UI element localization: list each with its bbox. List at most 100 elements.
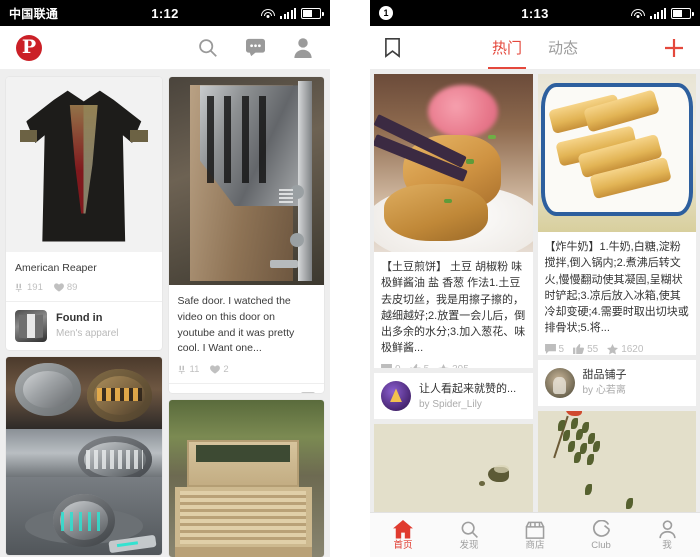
like-stat: 2 [210,364,229,375]
spider-lily-avatar [381,381,411,412]
feed2-column-right: 【炸牛奶】1.牛奶,白糖,淀粉搅拌,倒入锅内;2.煮沸后转文火,慢慢翻动使其凝固… [537,74,697,512]
post-description: 【土豆煎饼】 土豆 胡椒粉 味极鲜酱油 盐 香葱 作法1.土豆去皮切丝，我是用擦… [381,261,526,355]
led-watch-ring-display-image[interactable] [6,477,162,556]
tabbar-label-home: 首页 [393,540,413,552]
pin-description: Safe door. I watched the video on this d… [177,295,295,355]
status-icons [631,7,694,19]
post-card-potato-pancake[interactable]: 【土豆煎饼】 土豆 胡椒粉 味极鲜酱油 盐 香葱 作法1.土豆去皮切丝，我是用擦… [374,74,533,369]
pin-title: American Reaper [15,262,97,274]
favorite-count: 1620 [621,343,644,355]
picked-for-you-row[interactable]: Picked for you ✕ [169,384,325,393]
potato-pancake-image[interactable] [374,74,533,252]
tabbar-item-club[interactable]: Club [568,513,634,557]
feed-column-left: American Reaper 191 89 Found in Men's ap… [6,77,162,557]
like-count: 89 [66,282,78,294]
bookmark-icon[interactable] [384,37,401,58]
feed2-column-left: 【土豆煎饼】 土豆 胡椒粉 味极鲜酱油 盐 香葱 作法1.土豆去皮切丝，我是用擦… [374,74,533,512]
comment-stat: 5 [544,343,565,355]
security-door-image[interactable] [168,77,324,285]
comment-stat: 0 [381,364,401,369]
tabbar-label-store: 商店 [525,540,545,552]
tabbar-label-me: 我 [662,540,672,552]
post-card-fried-milk[interactable]: 【炸牛奶】1.牛奶,白糖,淀粉搅拌,倒入锅内;2.煮沸后转文火,慢慢翻动使其凝固… [537,74,697,355]
found-in-text: Found in Men's apparel [56,312,119,340]
like-count: 5 [424,364,430,369]
repin-count: 191 [27,282,43,294]
pin-stats: 11 2 [178,364,316,375]
battery-icon [301,7,324,19]
pinterest-nav-bar: P [0,26,330,70]
tabbar-label-club: Club [591,540,611,552]
tabbar-item-discover[interactable]: 发现 [436,513,502,557]
author-card-spider-lily[interactable]: 让人看起来就赞的... by Spider_Lily [374,373,533,420]
pin-card-safe-door[interactable]: Safe door. I watched the video on this d… [168,77,325,393]
found-in-label: Found in [56,312,103,325]
plus-icon[interactable] [662,36,686,60]
left-status-bar: 中国联通 1:12 [0,0,330,26]
signal-bars-icon [650,7,666,19]
pinterest-logo[interactable]: P [16,34,42,61]
found-in-category: Men's apparel [56,328,119,340]
tab-feed[interactable]: 动态 [548,26,578,69]
close-icon[interactable]: ✕ [301,392,315,393]
author-text: 甜品铺子 by 心若离 [583,368,627,397]
bottom-tab-bar[interactable]: 首页 发现 商店 Club 我 [370,512,700,557]
american-reaper-tshirt-image[interactable] [6,77,162,252]
post-stats: 5 55 1620 [538,337,697,355]
favorite-count: 395 [452,364,469,369]
right-phone-screenshot: 1 1:13 热门 动态 【土豆煎饼】 土豆 胡椒粉 味极鲜酱油 盐 香葱 作法… [370,0,700,557]
favorite-stat: 395 [438,363,469,369]
profile-icon[interactable] [292,37,314,59]
repin-count: 11 [189,364,200,375]
search-icon[interactable] [196,37,218,59]
pin-stats: 191 89 [15,282,153,293]
pinterest-feed[interactable]: American Reaper 191 89 Found in Men's ap… [0,70,330,557]
led-watch-rings-image[interactable] [6,357,162,430]
messages-icon[interactable] [244,37,266,59]
dessert-shop-avatar [544,367,575,398]
nav-actions [196,37,314,59]
pin-card-led-rings[interactable] [6,357,162,556]
profile-icon [658,519,677,539]
found-in-row[interactable]: Found in Men's apparel [6,302,162,350]
tabbar-item-store[interactable]: 商店 [502,513,568,557]
pin-card-body: American Reaper 191 89 [6,252,162,301]
left-phone-screenshot: 中国联通 1:12 P American Reaper 191 89 Found… [0,0,330,557]
home-icon [393,519,413,539]
wooden-bed-frame-image[interactable] [168,399,324,557]
beige-bee-illustration-image[interactable] [374,424,533,512]
app-header: 热门 动态 [370,26,700,70]
tabbar-item-home[interactable]: 首页 [370,513,436,557]
tabbar-item-me[interactable]: 我 [634,513,700,557]
wifi-icon [261,8,275,19]
fried-milk-sticks-image[interactable] [537,74,696,232]
signal-bars-icon [280,7,296,19]
right-status-bar: 1 1:13 [370,0,700,26]
screenshot-stage: 中国联通 1:12 P American Reaper 191 89 Found… [0,0,700,557]
pin-card-american-reaper[interactable]: American Reaper 191 89 Found in Men's ap… [6,77,162,351]
feed-column-right: Safe door. I watched the video on this d… [168,77,325,557]
author-text: 让人看起来就赞的... by Spider_Lily [419,382,516,411]
author-card-dessert-shop[interactable]: 甜品铺子 by 心若离 [537,359,696,406]
tab-hot[interactable]: 热门 [487,26,527,69]
comment-count: 5 [558,343,565,355]
like-stat: 89 [53,282,78,294]
status-icons [261,7,324,19]
post-description: 【炸牛奶】1.牛奶,白糖,淀粉搅拌,倒入锅内;2.煮沸后转文火,慢慢翻动使其凝固… [544,241,689,335]
like-stat: 5 [409,364,430,369]
comment-count: 0 [395,364,401,369]
like-count: 55 [587,343,599,355]
wifi-icon [631,8,645,19]
author-by: by 心若离 [582,385,626,397]
post-card-bee-illustration[interactable] [374,424,533,512]
led-watch-ring-closeup-image[interactable] [6,429,162,478]
author-title: 甜品铺子 [582,369,627,382]
content-feed[interactable]: 【土豆煎饼】 土豆 胡椒粉 味极鲜酱油 盐 香葱 作法1.土豆去皮切丝，我是用擦… [370,70,700,512]
author-by: by Spider_Lily [419,398,482,410]
post-card-branch-illustration[interactable] [537,410,696,512]
post-stats: 0 5 395 [374,357,533,369]
battery-icon [671,7,694,19]
pin-card-wooden-bed[interactable] [168,399,324,557]
author-title: 让人看起来就赞的... [419,382,517,395]
beige-branch-illustration-image[interactable] [537,410,696,512]
